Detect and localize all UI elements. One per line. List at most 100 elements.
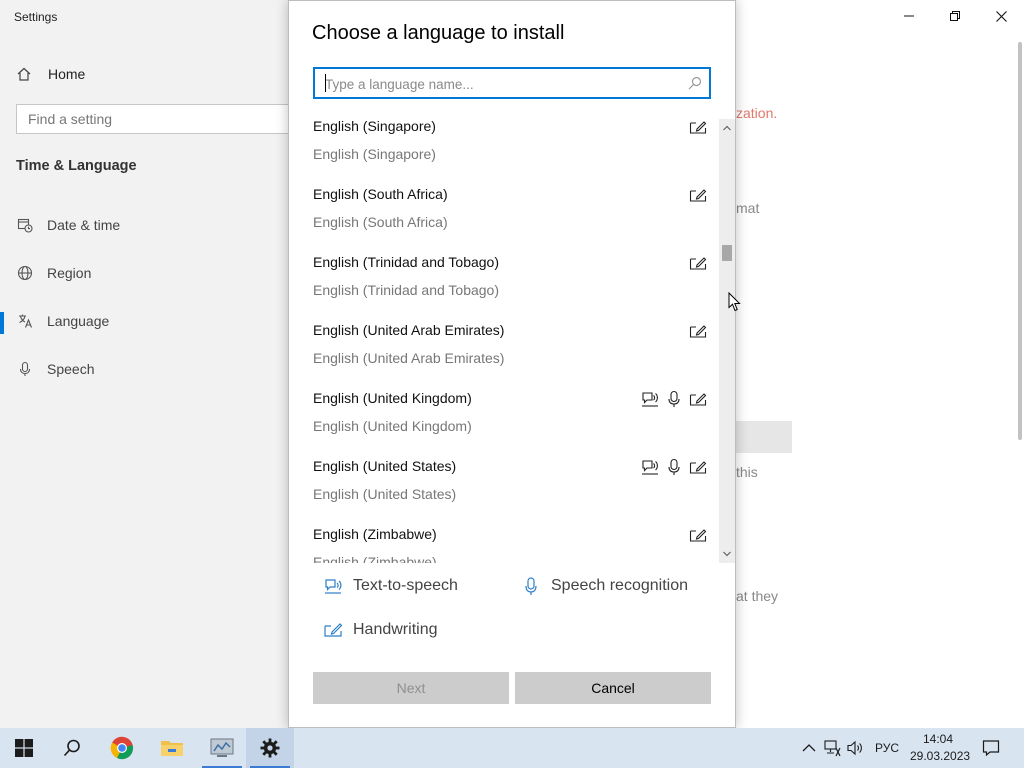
- handwriting-icon: [689, 322, 707, 340]
- background-text: at they: [736, 588, 779, 604]
- gear-icon: [260, 738, 280, 758]
- language-native-name: English (United Kingdom): [313, 418, 472, 434]
- legend-speech-recognition: Speech recognition: [521, 576, 688, 596]
- handwriting-icon: [689, 186, 707, 204]
- background-scrollbar: [1018, 42, 1022, 440]
- language-list-item[interactable]: English (United States) English (United S…: [289, 455, 719, 523]
- window-controls: [886, 0, 1024, 32]
- language-native-name: English (Trinidad and Tobago): [313, 282, 500, 298]
- active-indicator: [0, 312, 4, 334]
- taskbar-control-panel[interactable]: [198, 728, 246, 768]
- language-list-scrollbar[interactable]: [719, 119, 735, 563]
- language-icon: [16, 312, 34, 330]
- taskbar-chrome[interactable]: [98, 728, 146, 768]
- volume-button[interactable]: [845, 738, 865, 758]
- handwriting-icon: [689, 526, 707, 544]
- language-list-item[interactable]: English (Singapore) English (Singapore): [289, 119, 719, 183]
- notification-icon: [982, 740, 1000, 757]
- legend-handwriting: Handwriting: [323, 620, 437, 640]
- language-name: English (South Africa): [313, 186, 448, 202]
- microphone-icon: [665, 458, 683, 476]
- folder-icon: [161, 741, 183, 756]
- taskbar-file-explorer[interactable]: [148, 728, 196, 768]
- chevron-up-icon: [802, 744, 816, 752]
- background-text: zation.: [736, 105, 778, 121]
- language-name: English (Singapore): [313, 119, 436, 134]
- sidebar-item-label: Date & time: [47, 217, 121, 233]
- search-icon[interactable]: [688, 76, 702, 90]
- language-native-name: English (Singapore): [313, 146, 436, 162]
- language-native-name: English (United Arab Emirates): [313, 350, 505, 366]
- language-search-box[interactable]: [313, 67, 711, 99]
- language-list-item[interactable]: English (Trinidad and Tobago) English (Tr…: [289, 251, 719, 319]
- cancel-button[interactable]: Cancel: [515, 672, 711, 704]
- calendar-clock-icon: [16, 216, 34, 234]
- chrome-icon: [110, 736, 133, 760]
- handwriting-icon: [689, 390, 707, 408]
- sidebar-item-label: Language: [47, 313, 110, 329]
- language-native-name: English (Zimbabwe): [313, 554, 437, 563]
- scroll-down-icon[interactable]: [721, 548, 733, 560]
- legend-label: Text-to-speech: [353, 577, 458, 594]
- home-label: Home: [48, 66, 86, 82]
- network-status-button[interactable]: [822, 738, 842, 758]
- scrollbar-thumb[interactable]: [722, 245, 732, 261]
- search-icon: [63, 739, 80, 757]
- language-list-item[interactable]: English (United Kingdom) English (United …: [289, 387, 719, 455]
- text-caret: [325, 74, 326, 92]
- sidebar-item-language[interactable]: Language: [16, 310, 109, 332]
- microphone-icon: [665, 390, 683, 408]
- text-to-speech-icon: [325, 579, 342, 594]
- sidebar-item-region[interactable]: Region: [16, 262, 91, 284]
- sidebar-item-date-time[interactable]: Date & time: [16, 214, 120, 236]
- language-native-name: English (United States): [313, 486, 457, 502]
- sidebar-item-label: Region: [47, 265, 92, 281]
- close-icon: [995, 10, 1007, 22]
- speaker-icon: [847, 740, 862, 756]
- restore-button[interactable]: [932, 0, 978, 32]
- settings-sidebar: Settings Home Find a setting Time & Lang…: [0, 0, 306, 728]
- close-button[interactable]: [978, 0, 1024, 32]
- show-hidden-icons-button[interactable]: [799, 738, 819, 758]
- language-search-input[interactable]: [315, 69, 675, 99]
- microphone-icon: [16, 360, 34, 378]
- action-center-button[interactable]: [981, 738, 1001, 758]
- text-to-speech-icon: [641, 458, 659, 476]
- clock-time[interactable]: 14:04: [922, 732, 954, 746]
- language-list-item[interactable]: English (South Africa) English (South Afr…: [289, 183, 719, 251]
- home-link[interactable]: Home: [16, 64, 85, 84]
- language-name: English (Trinidad and Tobago): [313, 254, 500, 270]
- language-list-item[interactable]: English (United Arab Emirates) English (U…: [289, 319, 719, 387]
- handwriting-icon: [689, 458, 707, 476]
- background-text: mat: [736, 200, 760, 216]
- input-language-indicator[interactable]: РУС: [875, 741, 899, 755]
- language-list-area: English (Singapore) English (Singapore) En…: [289, 119, 735, 563]
- sidebar-item-speech[interactable]: Speech: [16, 358, 94, 380]
- minimize-button[interactable]: [886, 0, 932, 32]
- clock-date[interactable]: 29.03.2023: [910, 749, 970, 763]
- language-name: English (United Arab Emirates): [313, 322, 505, 338]
- sidebar-item-label: Speech: [47, 361, 95, 377]
- next-button[interactable]: Next: [313, 672, 509, 704]
- scroll-up-icon[interactable]: [721, 122, 733, 134]
- find-setting-input[interactable]: Find a setting: [16, 104, 306, 134]
- restore-icon: [950, 11, 960, 21]
- handwriting-icon: [689, 254, 707, 272]
- control-panel-icon: [210, 738, 234, 757]
- mouse-cursor-icon: [728, 292, 741, 312]
- start-button[interactable]: [0, 728, 48, 768]
- taskbar-search-button[interactable]: [48, 728, 96, 768]
- background-dropdown: [734, 421, 792, 453]
- text-to-speech-icon: [641, 390, 659, 408]
- network-icon: [824, 740, 841, 757]
- background-text: this: [736, 464, 758, 480]
- taskbar-settings[interactable]: [246, 728, 294, 768]
- handwriting-icon: [324, 623, 343, 637]
- language-name: English (United States): [313, 458, 457, 474]
- legend-label: Handwriting: [353, 621, 438, 638]
- choose-language-dialog: Choose a language to install English (Si…: [288, 0, 736, 728]
- language-native-name: English (South Africa): [313, 214, 448, 230]
- language-list-item[interactable]: English (Zimbabwe) English (Zimbabwe): [289, 523, 719, 563]
- minimize-icon: [904, 15, 914, 17]
- section-title: Time & Language: [16, 158, 137, 174]
